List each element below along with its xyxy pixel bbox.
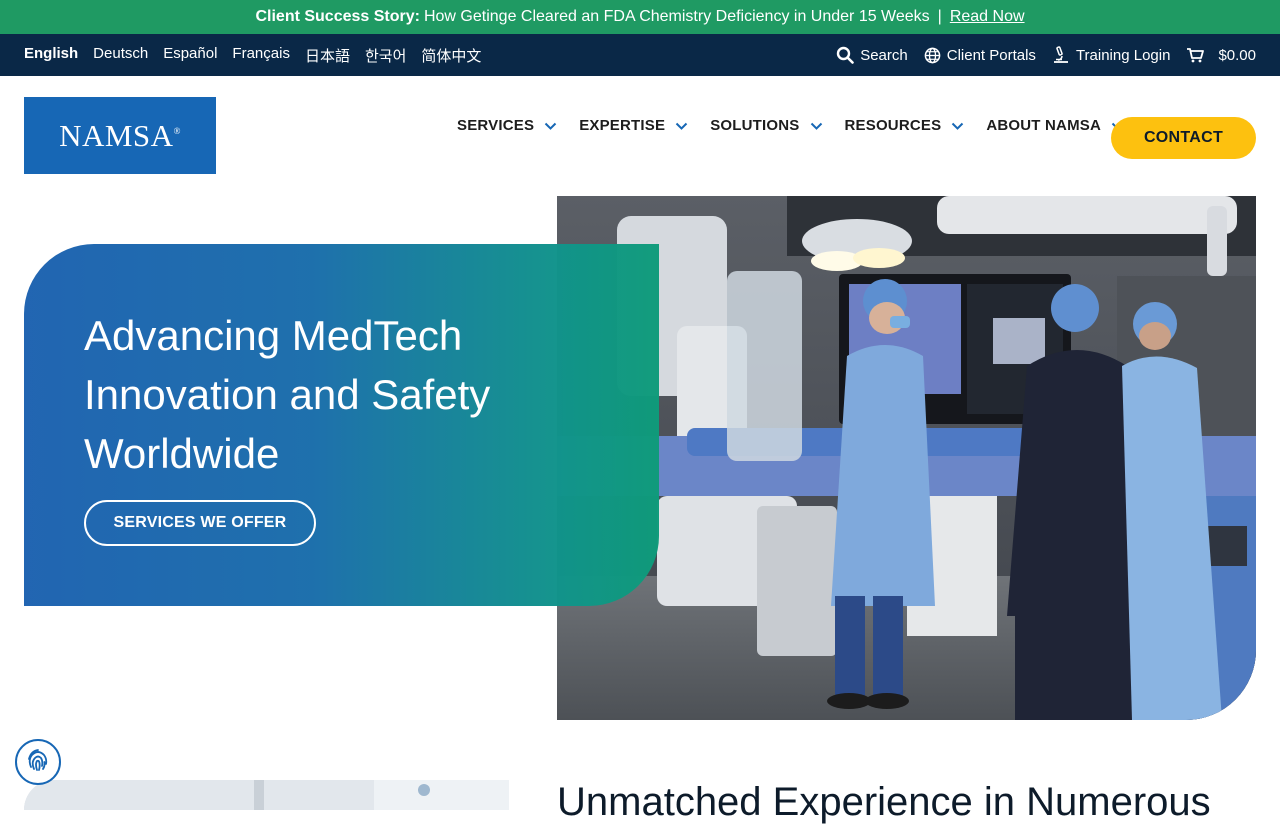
- client-portals-label: Client Portals: [946, 46, 1036, 64]
- logo-text: NAMSA: [59, 117, 174, 153]
- search-link[interactable]: Search: [836, 46, 908, 64]
- nav-item-services[interactable]: SERVICES: [457, 117, 557, 134]
- language-option[interactable]: Français: [232, 45, 290, 66]
- utility-links: Search Client Portals Training Login $0.…: [836, 46, 1256, 64]
- training-login-label: Training Login: [1075, 46, 1171, 64]
- language-option[interactable]: 한국어: [365, 45, 406, 66]
- hero-title-line: Worldwide: [84, 430, 280, 477]
- announcement-bar: Client Success Story: How Getinge Cleare…: [0, 0, 1280, 34]
- nav-item-solutions[interactable]: SOLUTIONS: [710, 117, 822, 134]
- read-now-link[interactable]: Read Now: [950, 8, 1025, 26]
- language-option[interactable]: 简体中文: [421, 45, 481, 66]
- hero-title-line: Innovation and Safety: [84, 371, 491, 418]
- hero-title: Advancing MedTech Innovation and Safety …: [84, 306, 604, 483]
- language-option[interactable]: Español: [163, 45, 217, 66]
- training-login-link[interactable]: Training Login: [1052, 46, 1171, 64]
- cart-link[interactable]: $0.00: [1186, 47, 1256, 64]
- section-title: Unmatched Experience in Numerous: [557, 780, 1211, 824]
- announcement-separator: |: [937, 8, 942, 25]
- utility-bar: English Deutsch Español Français 日本語 한국어…: [0, 34, 1280, 76]
- search-icon: [836, 46, 855, 64]
- services-we-offer-button[interactable]: SERVICES WE OFFER: [84, 500, 316, 546]
- language-option[interactable]: English: [24, 45, 78, 66]
- nav-item-resources[interactable]: RESOURCES: [845, 117, 965, 134]
- nav-item-expertise[interactable]: EXPERTISE: [579, 117, 688, 134]
- nav-label: ABOUT NAMSA: [986, 117, 1102, 134]
- cart-total: $0.00: [1218, 46, 1256, 64]
- hero-title-line: Advancing MedTech: [84, 312, 463, 359]
- language-option[interactable]: Deutsch: [93, 45, 148, 66]
- chevron-down-icon: [951, 122, 964, 130]
- chevron-down-icon: [810, 122, 823, 130]
- nav-item-about[interactable]: ABOUT NAMSA: [986, 117, 1124, 134]
- fingerprint-icon: [23, 745, 53, 780]
- nav-label: SOLUTIONS: [710, 117, 800, 134]
- nav-label: EXPERTISE: [579, 117, 666, 134]
- announcement-text: How Getinge Cleared an FDA Chemistry Def…: [423, 8, 930, 25]
- search-label: Search: [860, 46, 908, 64]
- hero-image: [557, 196, 1256, 720]
- cart-icon: [1186, 47, 1205, 63]
- section-image: [24, 780, 509, 810]
- main-nav: SERVICES EXPERTISE SOLUTIONS RESOURCES A…: [457, 117, 1124, 134]
- contact-button[interactable]: CONTACT: [1111, 117, 1256, 159]
- language-option[interactable]: 日本語: [305, 45, 350, 66]
- microscope-icon: [1052, 46, 1070, 64]
- section-image-illustration: [24, 780, 509, 810]
- namsa-logo[interactable]: NAMSA ®: [24, 97, 216, 174]
- nav-label: SERVICES: [457, 117, 535, 134]
- chevron-down-icon: [544, 122, 557, 130]
- language-switcher: English Deutsch Español Français 日本語 한국어…: [24, 45, 481, 66]
- nav-label: RESOURCES: [844, 117, 942, 134]
- chevron-down-icon: [675, 122, 688, 130]
- site-header: NAMSA ® SERVICES EXPERTISE SOLUTIONS RESO…: [0, 76, 1280, 196]
- announcement-label: Client Success Story:: [255, 8, 420, 25]
- client-portals-link[interactable]: Client Portals: [924, 47, 1036, 64]
- logo-registered-mark: ®: [173, 125, 181, 136]
- globe-icon: [924, 47, 941, 64]
- privacy-settings-button[interactable]: [15, 739, 61, 785]
- operating-room-illustration: [557, 196, 1256, 720]
